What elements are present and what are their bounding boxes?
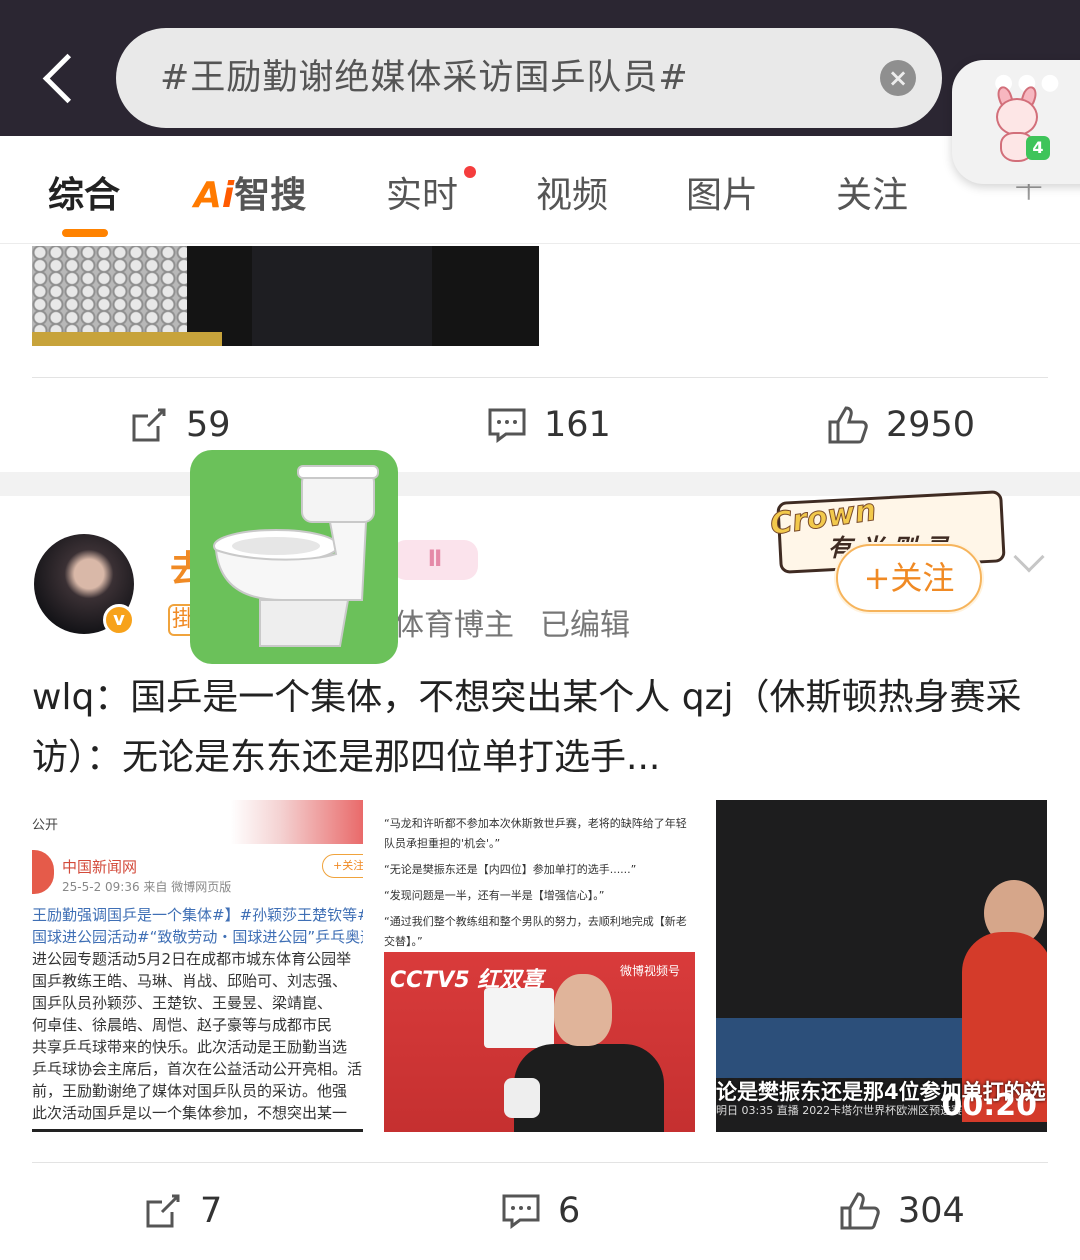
feed-separator (0, 472, 1080, 496)
verified-badge-icon: v (103, 604, 135, 636)
ai-logo-i: i (221, 175, 235, 216)
tab-following[interactable]: 关注 (836, 166, 908, 218)
top-bar: #王励勤谢绝媒体采访国乒队员# × (0, 0, 1080, 136)
ai-logo-a: A (194, 175, 222, 216)
post1-action-bar: 59 161 2950 (0, 390, 1080, 460)
tab-realtime[interactable]: 实时 (386, 166, 458, 218)
repost-icon (146, 1194, 180, 1228)
repost-count: 7 (200, 1191, 223, 1231)
thumbs-up-icon (828, 406, 868, 444)
tab-ai-search[interactable]: Ai智搜 (194, 166, 306, 218)
like-button[interactable]: 304 (838, 1176, 965, 1246)
tab-video[interactable]: 视频 (536, 166, 608, 218)
ai-search-label: 智搜 (234, 175, 307, 216)
repost-count: 59 (186, 405, 231, 445)
img1-line: 国乒教练王皓、马琳、肖战、邱贻可、刘志强、 (32, 972, 348, 990)
post-meta: 体育博主 已编辑 (394, 600, 630, 644)
img1-source: 中国新闻网 (62, 858, 138, 876)
edited-label: 已编辑 (540, 608, 630, 643)
img1-header: 公开 (32, 800, 363, 844)
post-image-1[interactable]: 公开 中国新闻网 25-5-2 09:36 来自 微博网页版 +关注 王励勤强调… (32, 800, 363, 1132)
chevron-down-icon[interactable] (1013, 541, 1045, 573)
img1-line: 王励勤强调国乒是一个集体#】#孙颖莎王楚钦等# (32, 906, 363, 924)
img2-quotes: “马龙和许昕都不参加本次休斯敦世乒赛，老将的缺阵给了年轻队员承担重担的'机会'。… (384, 814, 695, 958)
img1-header-label: 公开 (32, 818, 59, 833)
post1-divider (32, 377, 1048, 378)
follow-button[interactable]: +关注 (836, 544, 982, 612)
thumbs-up-icon (840, 1192, 880, 1230)
video-duration: 00:20 (941, 1088, 1038, 1123)
mini-badge: 4 (1026, 136, 1050, 160)
comment-icon (502, 1194, 540, 1229)
img1-date: 25-5-2 09:36 来自 微博网页版 (62, 880, 232, 894)
search-field[interactable]: #王励勤谢绝媒体采访国乒队员# × (116, 28, 942, 128)
member-level-badge: Ⅱ (392, 540, 478, 580)
post2-divider (32, 1162, 1048, 1163)
comment-button[interactable]: 161 (486, 390, 611, 460)
img2-quote: “发现问题是一半，还有一半是【增强信心】。” (384, 889, 605, 902)
post-text[interactable]: wlq：国乒是一个集体，不想突出某个人 qzj（休斯顿热身赛采访）：无论是东东还… (32, 668, 1052, 788)
tab-bar: 综合 Ai智搜 实时 视频 图片 关注 + (0, 136, 1080, 244)
like-button[interactable]: 2950 (826, 390, 975, 460)
tab-images[interactable]: 图片 (686, 166, 758, 218)
tab-comprehensive[interactable]: 综合 (48, 166, 120, 218)
repost-button[interactable]: 7 (142, 1176, 222, 1246)
img1-line: 乒乓球协会主席后，首次在公益活动公开亮相。活 (32, 1060, 363, 1078)
img2-video-source: 微博视频号 (620, 964, 681, 978)
active-tab-indicator (62, 229, 108, 237)
img1-line: 何卓佳、徐晨皓、周恺、赵子豪等与成都市民 (32, 1016, 333, 1034)
comment-button[interactable]: 6 (500, 1176, 580, 1246)
news-logo-icon (32, 850, 54, 894)
video-ticker: 明日 03:35 直播 2022卡塔尔世界杯欧洲区预选赛 (716, 1104, 963, 1117)
img2-quote: “马龙和许昕都不参加本次休斯敦世乒赛，老将的缺阵给了年轻队员承担重担的'机会'。… (384, 817, 687, 850)
clear-search-icon[interactable]: × (880, 60, 916, 96)
comment-count: 6 (558, 1191, 581, 1231)
img1-line: 此次活动国乒是以一个集体参加，不想突出某一 (32, 1104, 348, 1122)
img1-line: 前，王励勤谢绝了媒体对国乒队员的采访。他强 (32, 1082, 348, 1100)
post1-image[interactable] (32, 246, 539, 346)
img2-quote: “无论是樊振东还是【内四位】参加单打的选手......” (384, 863, 637, 876)
like-count: 304 (898, 1191, 965, 1231)
img1-body: 王励勤强调国乒是一个集体#】#孙颖莎王楚钦等# 国球进公园活动#“致敬劳动・国球… (32, 904, 363, 1124)
img1-line: 共享乒乓球带来的快乐。此次活动是王励勤当选 (32, 1038, 348, 1056)
img1-line: 国乒队员孙颖莎、王楚钦、王曼昱、梁靖崑、 (32, 994, 333, 1012)
author-category: 体育博主 (394, 608, 514, 643)
post-image-2[interactable]: “马龙和许昕都不参加本次休斯敦世乒赛，老将的缺阵给了年轻队员承担重担的'机会'。… (384, 800, 695, 1132)
search-query[interactable]: #王励勤谢绝媒体采访国乒队员# (160, 28, 689, 128)
img1-follow: +关注 (322, 854, 363, 878)
img1-line: 国球进公园活动#“致敬劳动・国球进公园”乒乓奥运 (32, 928, 363, 946)
back-arrow-icon[interactable] (30, 40, 90, 116)
comment-icon (488, 408, 526, 443)
comment-count: 161 (544, 405, 611, 445)
img2-quote: “通过我们整个教练组和整个男队的努力，去顺利地完成【新老交替】。” (384, 915, 687, 948)
microphone-icon (504, 1078, 540, 1118)
img1-line: 进公园专题活动5月2日在成都市城东体育公园举 (32, 950, 352, 968)
repost-icon (132, 408, 166, 442)
like-count: 2950 (886, 405, 976, 445)
toilet-sticker-icon (190, 450, 398, 664)
floating-mini-widget[interactable]: ●●● 4 (952, 60, 1080, 184)
img2-video-frame: CCTV5 红双喜 微博视频号 (384, 952, 695, 1132)
post2-action-bar: 7 6 304 (0, 1176, 1080, 1246)
new-content-dot (464, 166, 476, 178)
post-video-3[interactable]: 论是樊振东还是那4位参加单打的选 明日 03:35 直播 2022卡塔尔世界杯欧… (716, 800, 1047, 1132)
